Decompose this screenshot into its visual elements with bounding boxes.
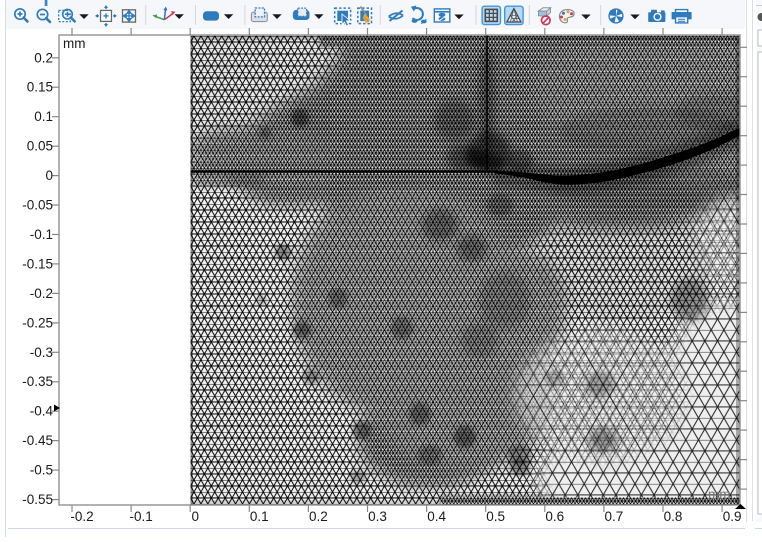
svg-text:0.7: 0.7 — [605, 509, 624, 524]
svg-text:0.2: 0.2 — [309, 509, 328, 524]
svg-text:-0.1: -0.1 — [30, 227, 53, 242]
svg-text:0.6: 0.6 — [545, 509, 564, 524]
svg-text:0.2: 0.2 — [34, 50, 53, 65]
svg-text:0.3: 0.3 — [368, 509, 387, 524]
svg-text:0.15: 0.15 — [27, 80, 53, 95]
svg-text:0.9: 0.9 — [723, 509, 742, 524]
svg-text:0.8: 0.8 — [664, 509, 683, 524]
svg-text:-0.3: -0.3 — [30, 345, 53, 360]
svg-text:-0.05: -0.05 — [22, 198, 53, 213]
svg-text:mm: mm — [708, 487, 731, 502]
svg-text:-0.5: -0.5 — [30, 463, 53, 478]
svg-text:-0.4: -0.4 — [30, 404, 54, 419]
svg-text:-0.2: -0.2 — [70, 509, 93, 524]
svg-text:0.1: 0.1 — [34, 109, 53, 124]
svg-text:-0.2: -0.2 — [30, 286, 53, 301]
svg-text:0.4: 0.4 — [427, 509, 446, 524]
svg-text:-0.45: -0.45 — [22, 433, 53, 448]
svg-text:0: 0 — [45, 168, 53, 183]
svg-text:0.5: 0.5 — [486, 509, 505, 524]
svg-text:-0.25: -0.25 — [22, 315, 53, 330]
svg-text:0.05: 0.05 — [27, 139, 53, 154]
svg-text:0: 0 — [191, 509, 199, 524]
svg-text:-0.35: -0.35 — [22, 374, 53, 389]
svg-text:0.1: 0.1 — [250, 509, 269, 524]
svg-text:-0.15: -0.15 — [22, 256, 53, 271]
svg-text:-0.55: -0.55 — [22, 492, 53, 507]
svg-text:mm: mm — [63, 36, 86, 51]
svg-text:-0.1: -0.1 — [129, 509, 152, 524]
